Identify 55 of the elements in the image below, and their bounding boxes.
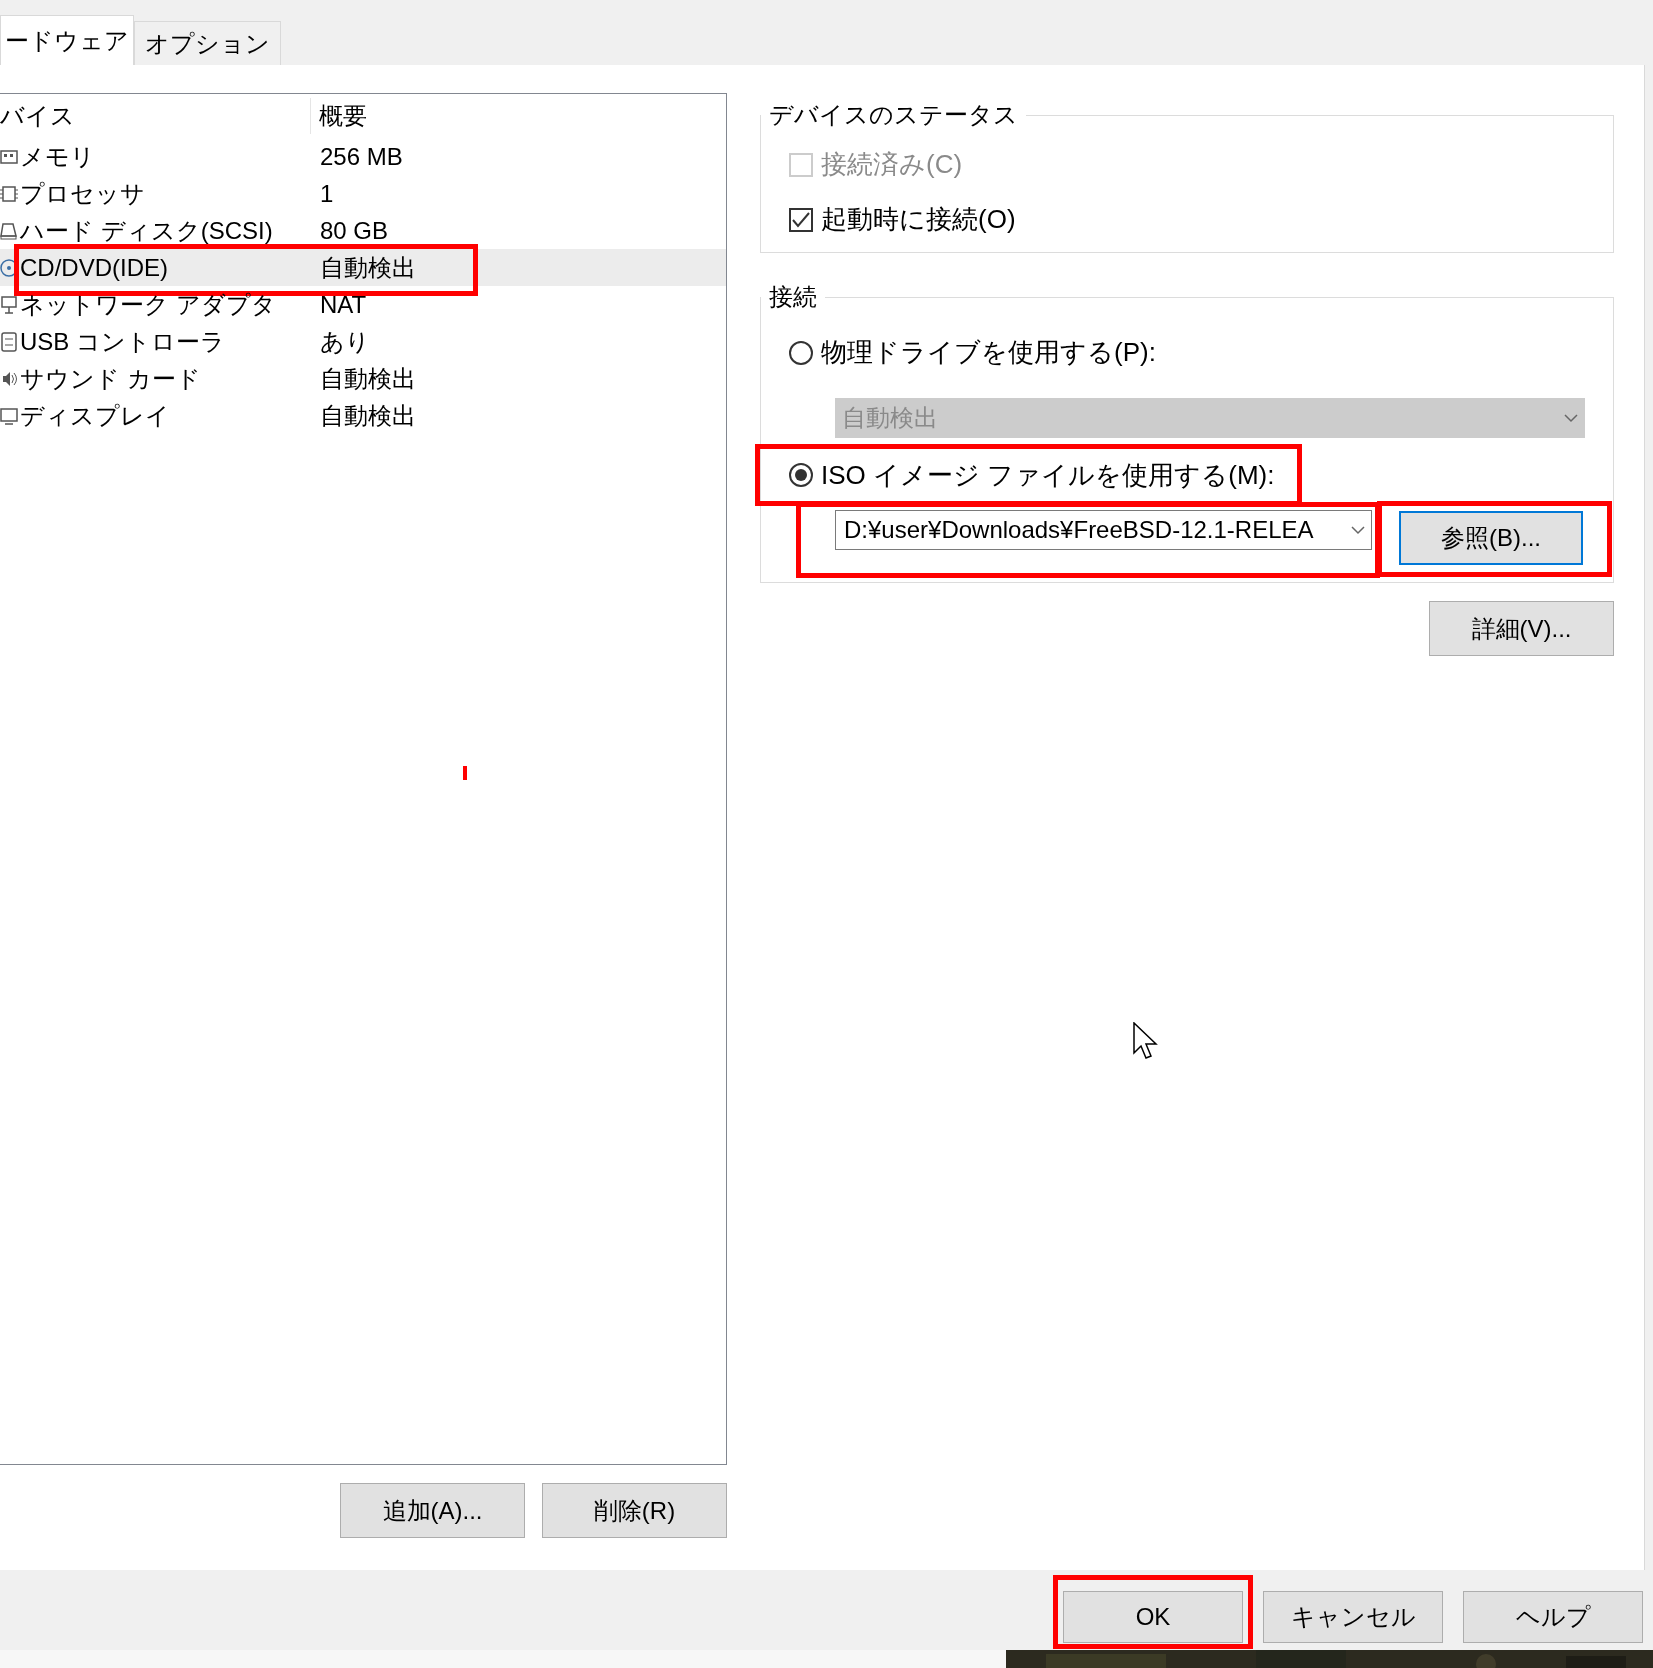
device-name: CD/DVD(IDE): [20, 252, 169, 283]
column-header[interactable]: 概要: [310, 98, 367, 134]
column-header[interactable]: バイス: [0, 98, 310, 134]
device-row[interactable]: USB コントローラ あり: [0, 323, 726, 360]
device-row[interactable]: ハード ディスク(SCSI) 80 GB: [0, 212, 726, 249]
group-title: デバイスのステータス: [768, 100, 1019, 130]
device-name: ネットワーク アダプタ: [20, 289, 277, 320]
device-summary: 80 GB: [320, 215, 389, 246]
dialog-button[interactable]: キャンセル: [1263, 1591, 1443, 1643]
device-name: ハード ディスク(SCSI): [20, 215, 274, 246]
radio-button[interactable]: [789, 463, 813, 487]
device-row[interactable]: メモリ 256 MB: [0, 138, 726, 175]
checkbox-label: 起動時に接続(O): [821, 203, 1016, 236]
device-summary: あり: [320, 326, 370, 357]
iso-path-combobox[interactable]: D:¥user¥Downloads¥FreeBSD-12.1-RELEA: [835, 510, 1372, 550]
device-name: ディスプレイ: [20, 400, 171, 431]
usb-icon: [0, 331, 18, 352]
network-icon: [0, 294, 18, 315]
device-summary: 自動検出: [320, 363, 416, 394]
device-summary: 1: [320, 178, 334, 209]
device-name: メモリ: [20, 141, 96, 172]
device-summary: 自動検出: [320, 400, 416, 431]
device-summary: NAT: [320, 289, 367, 320]
tab[interactable]: オプション: [134, 21, 281, 65]
list-button[interactable]: 削除(R): [542, 1483, 727, 1538]
device-name: USB コントローラ: [20, 326, 226, 357]
list-button[interactable]: 追加(A)...: [340, 1483, 525, 1538]
device-row[interactable]: プロセッサ 1: [0, 175, 726, 212]
checkbox-label: 接続済み(C): [821, 148, 963, 181]
device-row[interactable]: ディスプレイ 自動検出: [0, 397, 726, 434]
radio-label: 物理ドライブを使用する(P):: [821, 336, 1156, 369]
dialog-button[interactable]: OK: [1063, 1591, 1243, 1643]
radio-label: ISO イメージ ファイルを使用する(M):: [821, 460, 1275, 490]
chevron-down-icon: [1351, 525, 1365, 535]
device-name: サウンド カード: [20, 363, 202, 394]
checkbox[interactable]: [789, 207, 813, 232]
device-row[interactable]: サウンド カード 自動検出: [0, 360, 726, 397]
radio-button[interactable]: [789, 340, 813, 365]
browse-button[interactable]: 参照(B)...: [1399, 511, 1583, 565]
check-icon: [792, 211, 810, 228]
device-row[interactable]: CD/DVD(IDE) 自動検出: [0, 249, 726, 286]
device-row[interactable]: ネットワーク アダプタ NAT: [0, 286, 726, 323]
monitor-icon: [0, 405, 18, 426]
advanced-button[interactable]: 詳細(V)...: [1429, 601, 1614, 656]
chevron-down-icon: [1564, 413, 1578, 423]
tab[interactable]: ードウェア: [0, 15, 134, 65]
device-summary: 自動検出: [320, 252, 416, 283]
chip-icon: [0, 183, 18, 204]
group-title: 接続: [768, 282, 818, 312]
mouse-pointer-icon: [1133, 1022, 1159, 1060]
dialog-button[interactable]: ヘルプ: [1463, 1591, 1643, 1643]
device-summary: 256 MB: [320, 141, 403, 172]
disk-icon: [0, 220, 18, 241]
annotation-mark: [463, 766, 467, 780]
device-name: プロセッサ: [20, 178, 146, 209]
